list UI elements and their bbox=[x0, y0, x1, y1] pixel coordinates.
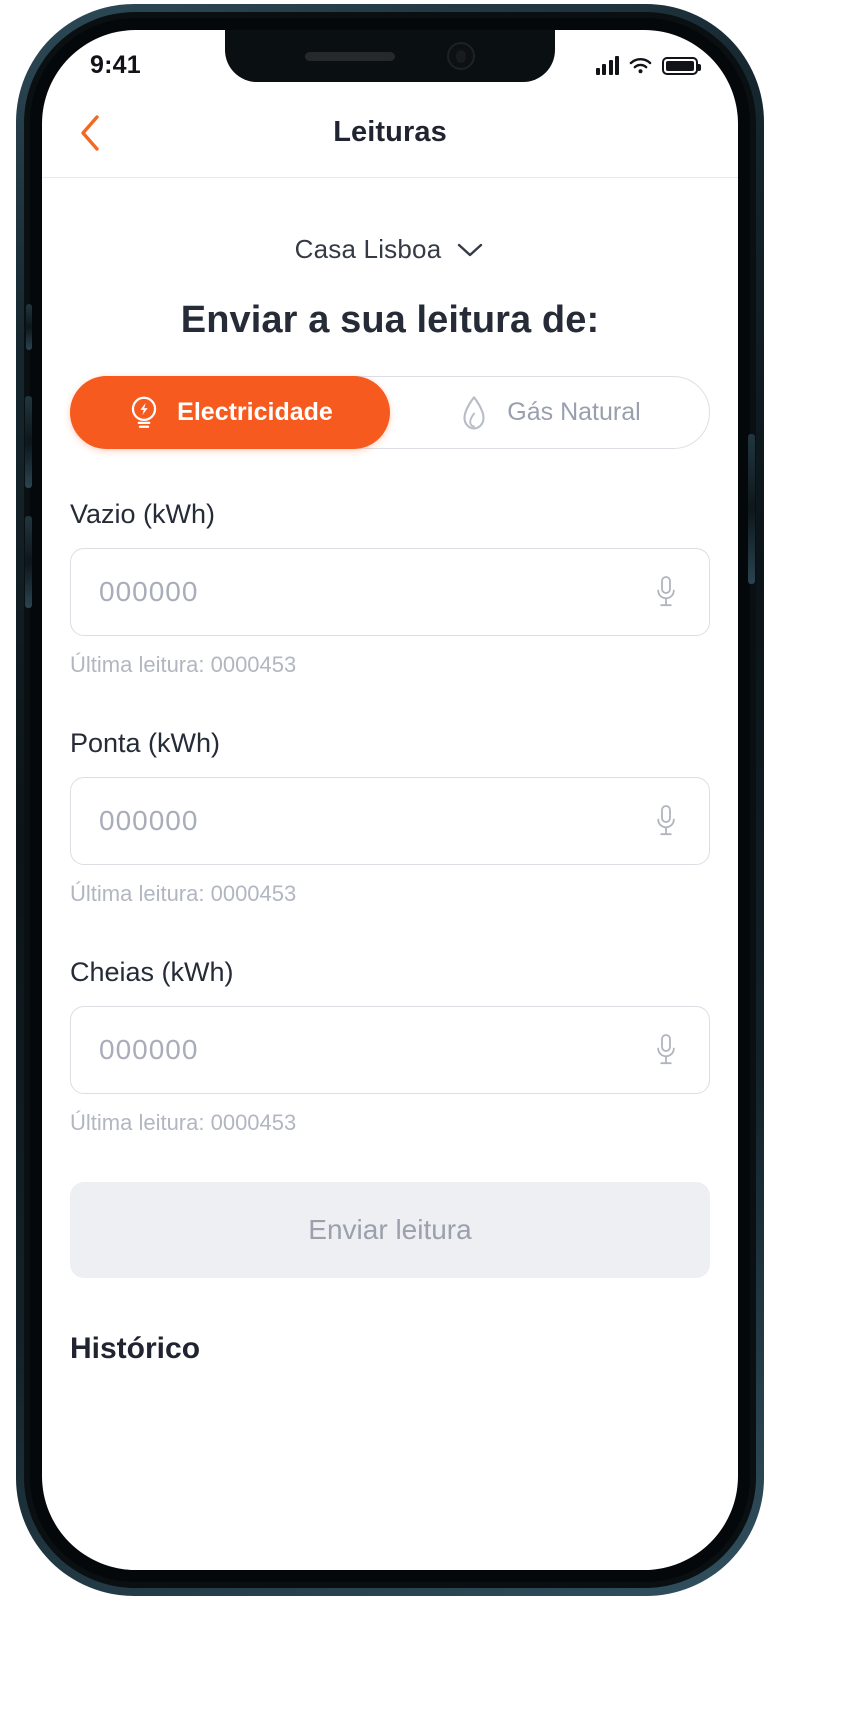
field-hint-cheias: Última leitura: 0000453 bbox=[70, 1110, 297, 1135]
location-name: Casa Lisboa bbox=[294, 234, 442, 264]
phone-mid-frame: 9:41 Leituras Casa Lisboa Enviar a sua l… bbox=[24, 12, 756, 1588]
navigation-bar: Leituras bbox=[42, 88, 738, 178]
volume-down-button[interactable] bbox=[25, 516, 32, 608]
status-bar: 9:41 bbox=[42, 30, 738, 88]
microphone-icon bbox=[657, 576, 675, 607]
section-heading: Enviar a sua leitura de: bbox=[180, 299, 600, 341]
silent-switch[interactable] bbox=[26, 304, 32, 350]
reading-field-ponta: Ponta (kWh) 000000 Última leitura: 00004… bbox=[70, 728, 710, 907]
chevron-left-icon bbox=[81, 114, 99, 151]
flame-icon bbox=[463, 395, 485, 429]
microphone-button-ponta[interactable] bbox=[645, 797, 687, 845]
page-title: Leituras bbox=[333, 116, 447, 148]
phone-bezel: 9:41 Leituras Casa Lisboa Enviar a sua l… bbox=[30, 18, 750, 1582]
input-wrapper-cheias[interactable] bbox=[70, 1006, 710, 1094]
field-hint-ponta: Última leitura: 0000453 bbox=[70, 881, 297, 906]
history-section-title: Histórico bbox=[70, 1332, 201, 1365]
lightbulb-bolt-icon bbox=[131, 396, 157, 428]
field-hint-vazio: Última leitura: 0000453 bbox=[70, 652, 297, 677]
back-button[interactable] bbox=[68, 111, 112, 155]
input-wrapper-vazio[interactable] bbox=[70, 548, 710, 636]
power-button[interactable] bbox=[748, 434, 755, 584]
tab-gas-natural-label: Gás Natural bbox=[507, 398, 641, 426]
field-label-ponta: Ponta (kWh) bbox=[70, 728, 221, 758]
battery-icon bbox=[662, 56, 701, 75]
microphone-button-cheias[interactable] bbox=[645, 1026, 687, 1074]
field-label-cheias: Cheias (kWh) bbox=[70, 957, 234, 987]
phone-screen: 9:41 Leituras Casa Lisboa Enviar a sua l… bbox=[42, 30, 738, 1570]
field-label-vazio: Vazio (kWh) bbox=[70, 499, 216, 529]
phone-device-frame: 9:41 Leituras Casa Lisboa Enviar a sua l… bbox=[16, 4, 764, 1596]
microphone-icon bbox=[657, 805, 675, 836]
status-time: 9:41 bbox=[90, 50, 141, 79]
tab-electricidade-label: Electricidade bbox=[177, 398, 333, 426]
app-root: Leituras Casa Lisboa Enviar a sua leitur… bbox=[42, 30, 738, 1570]
location-selector[interactable]: Casa Lisboa bbox=[70, 234, 710, 265]
reading-field-vazio: Vazio (kWh) 000000 Última leitura: 00004… bbox=[70, 499, 710, 678]
screenshot-stage: 9:41 Leituras Casa Lisboa Enviar a sua l… bbox=[0, 0, 846, 1716]
reading-input-cheias[interactable] bbox=[99, 1034, 645, 1066]
reading-input-ponta[interactable] bbox=[99, 805, 645, 837]
wifi-icon bbox=[629, 57, 652, 73]
tab-gas-natural[interactable]: Gás Natural bbox=[389, 377, 709, 448]
volume-up-button[interactable] bbox=[25, 396, 32, 488]
reading-field-cheias: Cheias (kWh) 000000 Última leitura: 0000… bbox=[70, 957, 710, 1136]
input-wrapper-ponta[interactable] bbox=[70, 777, 710, 865]
status-indicators bbox=[595, 55, 701, 75]
submit-reading-button[interactable]: Enviar leitura bbox=[70, 1182, 710, 1278]
content-area: Casa Lisboa Enviar a sua leitura de: Ele… bbox=[42, 178, 738, 1570]
energy-type-segmented-control: Electricidade Gás Natural bbox=[70, 376, 710, 449]
microphone-icon bbox=[657, 1034, 675, 1065]
reading-input-vazio[interactable] bbox=[99, 576, 645, 608]
microphone-button-vazio[interactable] bbox=[645, 568, 687, 616]
cellular-signal-icon bbox=[595, 55, 619, 75]
tab-electricidade[interactable]: Electricidade bbox=[70, 376, 390, 449]
chevron-down-icon bbox=[458, 243, 483, 256]
